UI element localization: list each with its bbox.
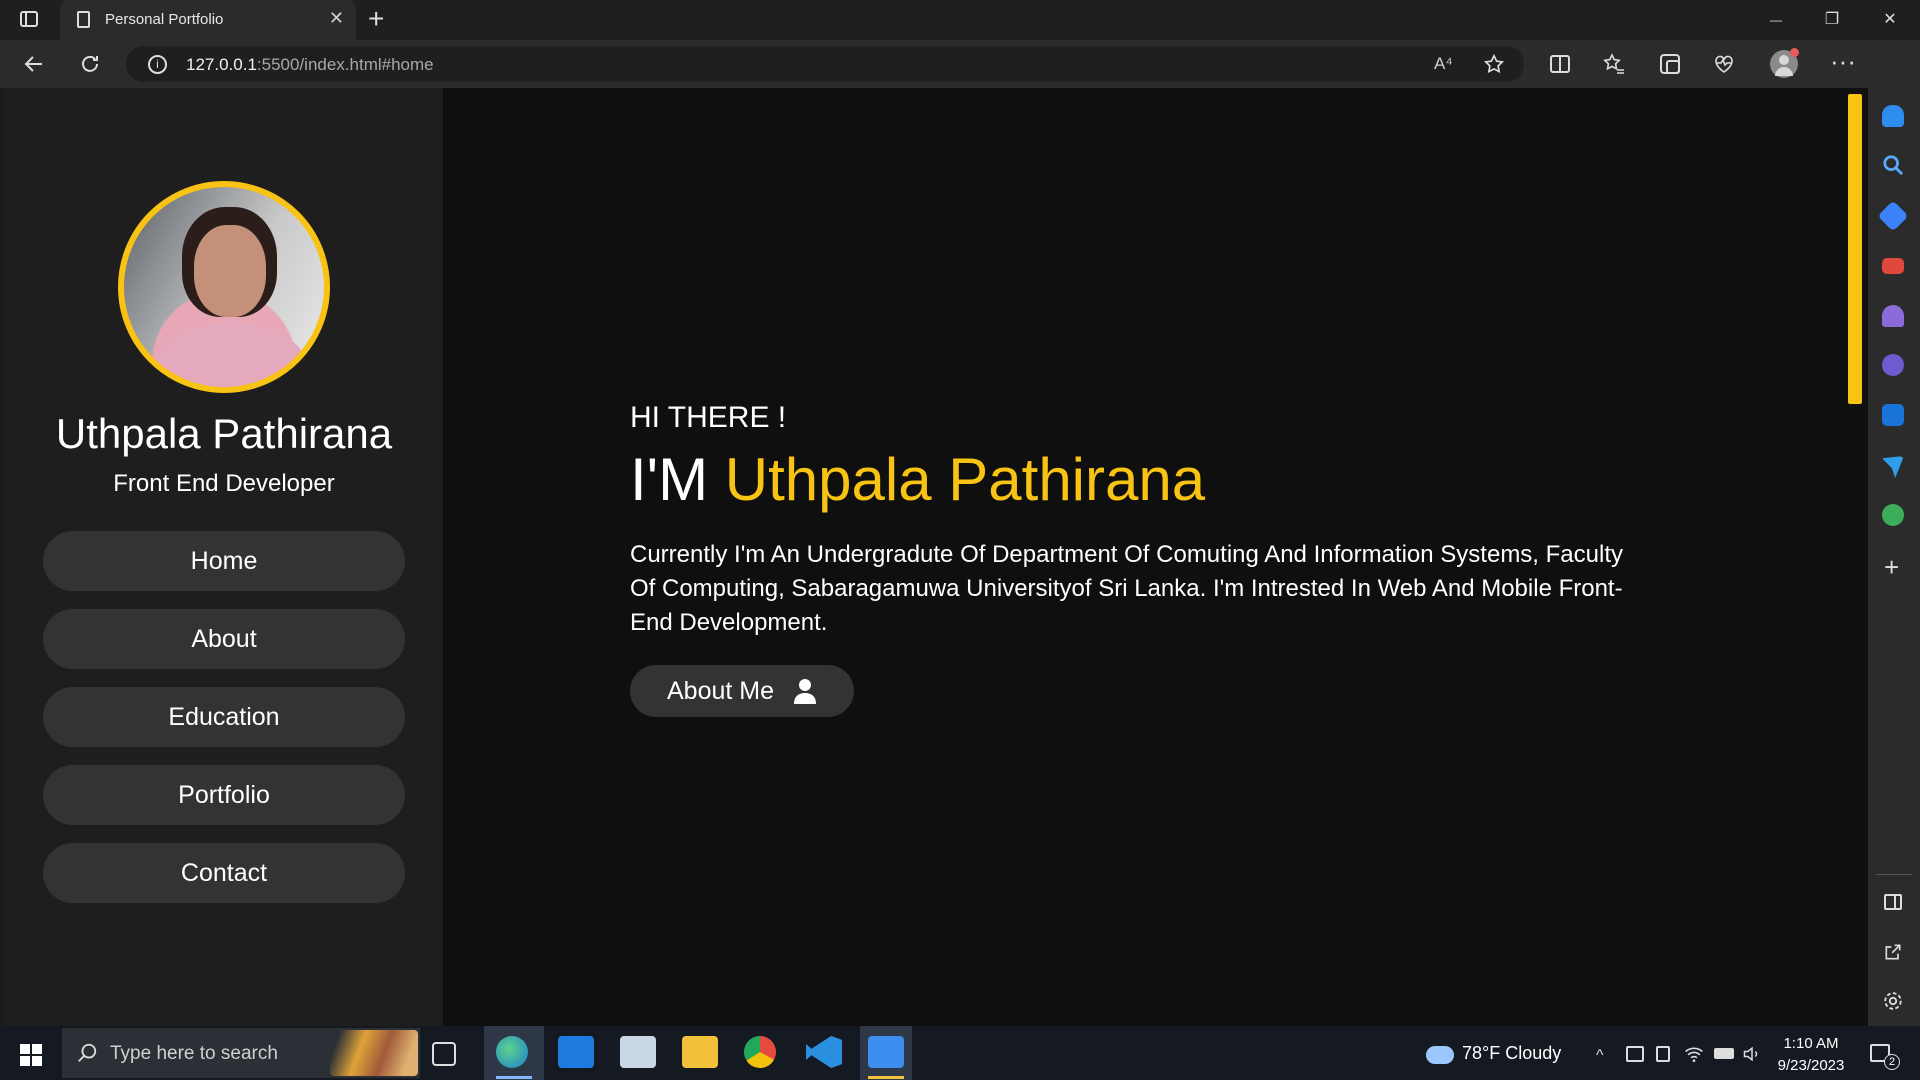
hero-greeting: HI THERE ! [630, 401, 787, 434]
tray-icon-1[interactable] [1626, 1046, 1644, 1062]
battery-icon[interactable] [1714, 1048, 1734, 1059]
edge-icon[interactable] [496, 1036, 528, 1068]
browser-title-bar: Personal Portfolio ✕ + — ❐ ✕ [0, 0, 1920, 40]
page-icon [77, 11, 90, 28]
mail-icon[interactable] [558, 1036, 594, 1068]
more-icon[interactable]: ··· [1830, 46, 1856, 77]
tree-icon[interactable] [1882, 504, 1904, 526]
edge-sidebar-divider [1876, 874, 1912, 875]
split-screen-icon[interactable] [1550, 55, 1570, 73]
settings-icon[interactable] [1882, 990, 1904, 1012]
app-icon[interactable] [620, 1036, 656, 1068]
hero-description: Currently I'm An Undergradute Of Departm… [630, 541, 1623, 636]
taskbar-search-box[interactable]: Type here to search [62, 1028, 420, 1078]
scrollbar-thumb[interactable] [1848, 94, 1862, 404]
search-highlight-image [330, 1030, 418, 1076]
briefcase-icon[interactable] [1882, 258, 1904, 274]
refresh-icon[interactable] [78, 52, 102, 76]
edge-sidebar [1868, 40, 1920, 1026]
office-icon[interactable] [1882, 354, 1904, 376]
taskbar-clock[interactable]: 1:10 AM 9/23/2023 [1766, 1033, 1856, 1077]
profile-name: Uthpala Pathirana [55, 410, 393, 457]
minimize-button[interactable]: — [1756, 6, 1796, 34]
close-tab-icon[interactable]: ✕ [329, 8, 344, 29]
panel-icon[interactable] [1884, 894, 1902, 910]
info-icon[interactable]: i [148, 55, 167, 74]
weather-icon [1426, 1046, 1454, 1064]
windows-start-icon[interactable] [20, 1044, 42, 1066]
profile-photo [118, 181, 330, 393]
browser-tab[interactable]: Personal Portfolio ✕ [60, 0, 356, 40]
nav-about-button[interactable]: About [43, 609, 405, 669]
search-icon [78, 1043, 97, 1062]
performance-icon[interactable] [1712, 52, 1736, 76]
favorite-star-icon[interactable] [1483, 53, 1505, 75]
nav-portfolio-button[interactable]: Portfolio [43, 765, 405, 825]
bell-icon[interactable] [1882, 105, 1904, 127]
back-icon[interactable] [22, 52, 46, 76]
chrome-icon[interactable] [744, 1036, 776, 1068]
sidebar-toggle-icon[interactable] [20, 11, 38, 27]
tab-title: Personal Portfolio [105, 11, 224, 28]
tray-chevron-icon[interactable]: ^ [1596, 1047, 1604, 1065]
browser-toolbar: i 127.0.0.1:5500/index.html#home A⁴ ··· … [0, 40, 1920, 88]
collections-icon[interactable] [1660, 54, 1680, 74]
about-me-button[interactable]: About Me [630, 665, 854, 717]
new-tab-button[interactable]: + [368, 3, 384, 35]
tray-icon-2[interactable] [1656, 1046, 1670, 1062]
url-text[interactable]: 127.0.0.1:5500/index.html#home [186, 55, 434, 75]
external-link-icon[interactable] [1883, 942, 1903, 962]
read-aloud-icon[interactable]: A⁴ [1434, 54, 1453, 74]
volume-icon[interactable] [1742, 1044, 1762, 1064]
search-placeholder: Type here to search [110, 1043, 278, 1064]
profile-icon[interactable] [1770, 48, 1799, 78]
task-view-icon[interactable] [432, 1042, 456, 1066]
clock-time: 1:10 AM [1783, 1035, 1839, 1052]
running-indicator [496, 1076, 532, 1079]
file-explorer-icon[interactable] [682, 1036, 718, 1068]
restore-button[interactable]: ❐ [1812, 6, 1852, 34]
media-icon[interactable] [868, 1036, 904, 1068]
user-icon [794, 679, 816, 704]
close-window-button[interactable]: ✕ [1870, 6, 1910, 34]
favorites-icon[interactable] [1602, 52, 1626, 76]
weather-text[interactable]: 78°F Cloudy [1462, 1043, 1561, 1064]
address-bar[interactable]: i 127.0.0.1:5500/index.html#home A⁴ [126, 46, 1524, 82]
hero-heading: I'M Uthpala Pathirana [630, 445, 1205, 514]
page-viewport: Uthpala Pathirana Front End Developer Ho… [5, 88, 1848, 1026]
nav-home-button[interactable]: Home [43, 531, 405, 591]
wifi-icon[interactable] [1684, 1044, 1704, 1064]
about-me-label: About Me [667, 677, 775, 705]
clock-date: 9/23/2023 [1777, 1057, 1845, 1074]
profile-sidebar: Uthpala Pathirana Front End Developer Ho… [5, 88, 443, 1026]
running-indicator-2 [868, 1076, 904, 1079]
outlook-icon[interactable] [1882, 404, 1904, 426]
hero-im-text: I'M [630, 446, 725, 513]
search-icon[interactable] [1882, 154, 1904, 176]
hero-name: Uthpala Pathirana [724, 446, 1206, 513]
nav-education-button[interactable]: Education [43, 687, 405, 747]
nav-contact-button[interactable]: Contact [43, 843, 405, 903]
profile-role: Front End Developer [113, 470, 335, 497]
notification-count: 2 [1884, 1054, 1900, 1070]
add-icon[interactable]: + [1884, 552, 1899, 583]
chess-icon[interactable] [1882, 305, 1904, 327]
